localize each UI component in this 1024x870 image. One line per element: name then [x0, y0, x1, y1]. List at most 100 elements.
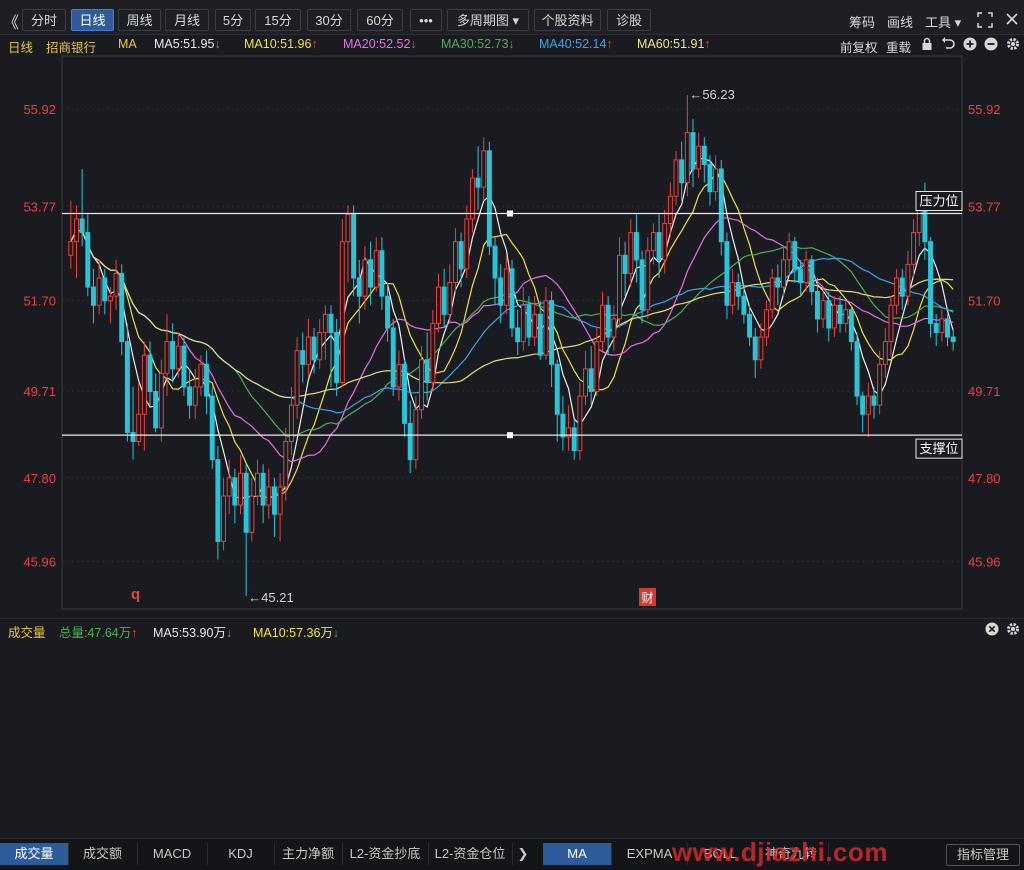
- undo-icon[interactable]: [941, 37, 955, 51]
- candle-body: [594, 341, 600, 393]
- candle-body: [718, 168, 724, 243]
- candle-body: [690, 132, 696, 170]
- candle-body: [622, 254, 628, 274]
- candle-body: [498, 277, 504, 306]
- settings-gear-icon[interactable]: [1006, 37, 1020, 51]
- fullscreen-icon[interactable]: [977, 12, 993, 28]
- volume-ma5: MA5:53.90万↓: [153, 626, 233, 640]
- indicator-tab[interactable]: 成交量: [0, 843, 69, 865]
- candle-body: [577, 395, 583, 452]
- candle-body: [905, 263, 911, 297]
- chip-distribution-button[interactable]: 筹码: [849, 12, 875, 31]
- period-tab[interactable]: 分时: [22, 9, 66, 31]
- collapse-left-icon[interactable]: 《: [3, 9, 19, 33]
- low-annotation: ←45.21: [248, 590, 294, 605]
- price-tick-right: 53.77: [968, 200, 1001, 215]
- candle-body: [447, 282, 453, 315]
- period-tab[interactable]: 5分: [215, 9, 251, 31]
- period-tab[interactable]: 诊股: [607, 9, 651, 31]
- lock-icon[interactable]: [921, 37, 933, 51]
- indicator-tab[interactable]: L2-资金仓位: [428, 843, 513, 865]
- period-tab[interactable]: 多周期图 ▾: [447, 9, 529, 31]
- candle-body: [509, 268, 515, 329]
- candle-body: [554, 363, 560, 415]
- candle-body: [419, 359, 424, 411]
- candle-body: [809, 259, 815, 293]
- candlestick-chart[interactable]: 55.92 55.92 53.77 53.77 51.70 51.70 49.71 49.71…: [0, 54, 1024, 618]
- candle-body: [113, 272, 119, 297]
- tools-menu[interactable]: 工具 ▾: [925, 12, 961, 31]
- candle-body: [894, 277, 900, 306]
- period-tab[interactable]: 周线: [118, 9, 161, 31]
- candle-body: [385, 295, 391, 329]
- indicator-tab[interactable]: 主力净额: [274, 843, 343, 865]
- candle-body: [860, 395, 866, 415]
- volume-ma10: MA10:57.36万↓: [253, 626, 340, 640]
- ma-value: MA60:51.91↑: [637, 37, 711, 51]
- candle-body: [147, 354, 153, 393]
- ma-label[interactable]: MA: [118, 37, 137, 51]
- price-tick-right: 49.71: [968, 384, 1001, 399]
- candle-body: [571, 427, 577, 452]
- indicator-tab[interactable]: L2-资金抄底: [342, 843, 429, 865]
- candle-body: [871, 395, 877, 406]
- period-tab[interactable]: 月线: [165, 9, 209, 31]
- candle-body: [204, 363, 210, 397]
- candle-body: [888, 304, 894, 343]
- candle-body: [826, 300, 832, 329]
- zoom-in-icon[interactable]: [963, 37, 977, 51]
- candle-body: [639, 259, 645, 311]
- zoom-out-icon[interactable]: [984, 37, 998, 51]
- period-tab[interactable]: 个股资料: [534, 9, 601, 31]
- period-tab[interactable]: 30分: [307, 9, 351, 31]
- candle-body: [464, 218, 470, 270]
- candle-body: [96, 277, 102, 306]
- close-chart-icon[interactable]: [1005, 12, 1019, 26]
- price-tick-left: 49.71: [23, 384, 56, 399]
- candle-body: [441, 286, 447, 315]
- candle-body: [249, 495, 255, 533]
- candle-body: [583, 368, 589, 397]
- indicator-tab[interactable]: 成交额: [68, 843, 138, 865]
- candle-body: [532, 313, 538, 338]
- candle-body: [317, 332, 323, 361]
- candle-body: [741, 295, 747, 315]
- indicator-tab[interactable]: KDJ: [207, 843, 275, 865]
- period-tab[interactable]: 15分: [255, 9, 301, 31]
- ma-value: MA30:52.73↓: [441, 37, 515, 51]
- overlay-tab[interactable]: MA: [543, 843, 612, 865]
- candle-body: [85, 232, 91, 288]
- candle-body: [271, 486, 277, 515]
- candle-body: [260, 472, 266, 506]
- candle-body: [747, 313, 753, 338]
- candle-body: [390, 327, 396, 388]
- candle-body: [90, 286, 96, 306]
- period-tab[interactable]: 日线: [71, 9, 114, 31]
- candle-body: [730, 282, 736, 306]
- candle-body: [181, 345, 187, 388]
- candle-body: [549, 300, 555, 365]
- indicator-gear-icon[interactable]: [1006, 622, 1020, 636]
- drawing-button[interactable]: 画线: [887, 12, 913, 31]
- scroll-tabs-right-icon[interactable]: ❯: [512, 843, 534, 865]
- period-tab[interactable]: •••: [410, 9, 442, 31]
- candle-body: [939, 318, 945, 333]
- indicator-tab[interactable]: MACD: [137, 843, 208, 865]
- resistance-handle: [507, 210, 513, 217]
- indicator-manage-button[interactable]: 指标管理: [946, 844, 1020, 866]
- candle-body: [803, 259, 809, 284]
- ma20-line: [70, 217, 954, 463]
- candle-body: [175, 345, 181, 370]
- candle-body: [373, 250, 379, 288]
- period-tab[interactable]: 60分: [357, 9, 403, 31]
- ma-value: MA10:51.96↑: [244, 37, 318, 51]
- finance-marker: 财: [641, 591, 653, 605]
- candle-body: [605, 304, 611, 338]
- candle-body: [560, 413, 566, 438]
- close-indicator-icon[interactable]: [985, 622, 999, 636]
- candle-body: [74, 218, 79, 243]
- candle-body: [928, 241, 934, 324]
- candle-body: [735, 282, 741, 297]
- candle-body: [786, 241, 792, 261]
- candle-body: [797, 268, 803, 284]
